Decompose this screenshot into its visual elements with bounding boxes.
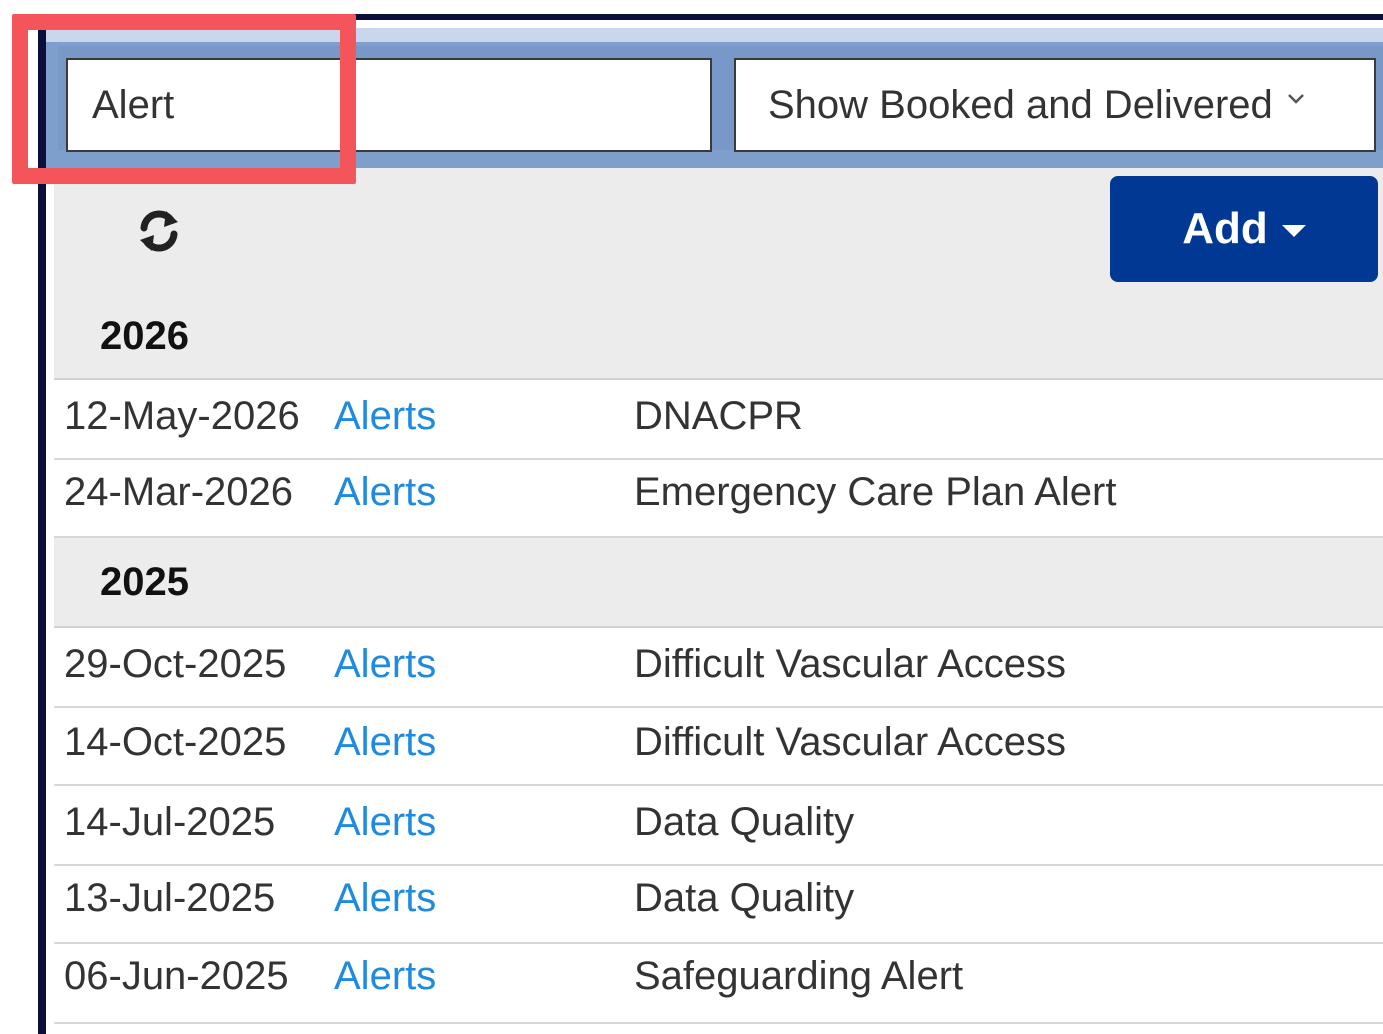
table-row[interactable]: 24-Mar-2026 Alerts Emergency Care Plan A… (54, 460, 1383, 538)
timeline-content: Add 2026 12-May-2026 Alerts DNACPR 24-Ma… (54, 168, 1383, 1034)
add-button[interactable]: Add (1110, 176, 1378, 282)
filter-bar-inner: Show Booked and Delivered (58, 46, 1383, 152)
row-date: 29-Oct-2025 (64, 642, 287, 686)
year-group-header: 2025 (54, 538, 1383, 628)
filter-bar: Show Booked and Delivered (46, 28, 1383, 168)
year-label: 2026 (100, 313, 189, 358)
app-window: Show Booked and Delivered Add (0, 0, 1383, 1034)
search-input[interactable] (66, 58, 712, 152)
row-date: 13-Jul-2025 (64, 876, 276, 920)
row-date: 06-Jun-2025 (64, 954, 289, 998)
row-description: Difficult Vascular Access (634, 720, 1067, 764)
caret-down-icon (1281, 225, 1306, 237)
frame-left-border (38, 14, 46, 1034)
row-date: 14-Jul-2025 (64, 800, 276, 844)
table-row[interactable]: 06-Jun-2025 Alerts Safeguarding Alert (54, 944, 1383, 1024)
toolbar: Add (54, 168, 1383, 294)
row-description: Data Quality (634, 800, 855, 844)
chevron-down-icon (1287, 90, 1305, 108)
row-category-link[interactable]: Alerts (334, 642, 436, 687)
year-label: 2025 (100, 559, 189, 604)
row-category-link[interactable]: Alerts (334, 876, 436, 921)
row-description: Difficult Vascular Access (634, 642, 1067, 686)
row-category-link[interactable]: Alerts (334, 394, 436, 439)
booking-status-selected-label: Show Booked and Delivered (768, 82, 1273, 127)
row-date: 14-Oct-2025 (64, 720, 287, 764)
table-row[interactable]: 14-Jul-2025 Alerts Data Quality (54, 786, 1383, 866)
add-button-label: Add (1182, 204, 1268, 253)
refresh-icon[interactable] (136, 208, 182, 254)
row-date: 24-Mar-2026 (64, 470, 294, 514)
booking-status-select[interactable]: Show Booked and Delivered (734, 58, 1376, 152)
row-description: Emergency Care Plan Alert (634, 470, 1117, 514)
row-description: DNACPR (634, 394, 803, 438)
row-description: Safeguarding Alert (634, 954, 964, 998)
table-row[interactable]: 14-Oct-2025 Alerts Difficult Vascular Ac… (54, 708, 1383, 786)
row-date: 12-May-2026 (64, 394, 300, 438)
row-category-link[interactable]: Alerts (334, 954, 436, 999)
row-category-link[interactable]: Alerts (334, 800, 436, 845)
row-category-link[interactable]: Alerts (334, 720, 436, 765)
table-row[interactable]: 29-Oct-2025 Alerts Difficult Vascular Ac… (54, 628, 1383, 708)
row-category-link[interactable]: Alerts (334, 470, 436, 515)
table-row[interactable]: 12-May-2026 Alerts DNACPR (54, 380, 1383, 460)
row-description: Data Quality (634, 876, 855, 920)
table-row[interactable]: 13-Jul-2025 Alerts Data Quality (54, 866, 1383, 944)
frame-top-border (38, 14, 1383, 20)
year-group-header: 2026 (54, 294, 1383, 380)
